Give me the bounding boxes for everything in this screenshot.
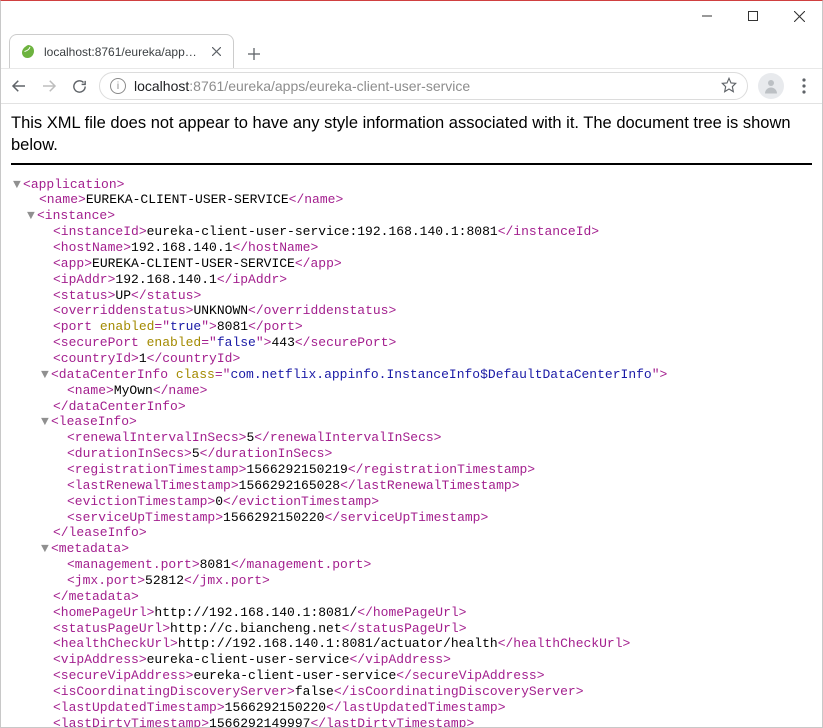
browser-tab[interactable]: localhost:8761/eureka/apps/e… [9,34,234,68]
xml-svcUpTs: 1566292150220 [223,510,324,525]
bookmark-star-icon[interactable] [721,77,737,96]
chrome-menu-button[interactable] [794,76,814,96]
xml-application-open: application [31,177,117,192]
titlebar [1,1,822,31]
url-path: :8761/eureka/apps/eureka-client-user-ser… [189,78,470,94]
xml-countryId: 1 [139,351,147,366]
new-tab-button[interactable] [240,40,268,68]
xml-evictTs: 0 [215,494,223,509]
xml-homePageUrl: http://192.168.140.1:8081/ [154,605,357,620]
address-bar[interactable]: i localhost:8761/eureka/apps/eureka-clie… [99,72,748,100]
toolbar: i localhost:8761/eureka/apps/eureka-clie… [1,68,822,104]
xml-port: 8081 [217,319,248,334]
xml-mgmt-port: 8081 [200,557,231,572]
back-button[interactable] [9,76,29,96]
reload-button[interactable] [69,76,89,96]
disclosure-triangle-icon[interactable]: ▼ [41,367,51,383]
xml-duration: 5 [192,446,200,461]
disclosure-triangle-icon[interactable]: ▼ [13,177,23,193]
xml-instanceId: eureka-client-user-service:192.168.140.1… [147,224,498,239]
disclosure-triangle-icon[interactable]: ▼ [41,414,51,430]
tab-title: localhost:8761/eureka/apps/e… [44,45,201,59]
xml-lastRenewTs: 1566292165028 [239,478,340,493]
xml-statusPageUrl: http://c.biancheng.net [170,621,342,636]
content-area: This XML file does not appear to have an… [1,104,822,728]
xml-isCoord: false [295,684,334,699]
xml-app: EUREKA-CLIENT-USER-SERVICE [92,256,295,271]
tab-strip: localhost:8761/eureka/apps/e… [1,30,822,68]
disclosure-triangle-icon[interactable]: ▼ [41,541,51,557]
xml-regTs: 1566292150219 [246,462,347,477]
disclosure-triangle-icon[interactable]: ▼ [27,208,37,224]
xml-hostName: 192.168.140.1 [131,240,232,255]
xml-dci-name: MyOwn [114,383,153,398]
xml-tree: ▼<application> <name>EUREKA-CLIENT-USER-… [11,177,812,728]
xml-port-enabled: true [170,319,201,334]
xml-healthCheckUrl: http://192.168.140.1:8081/actuator/healt… [178,636,498,651]
xml-lastUpdated: 1566292150220 [225,700,326,715]
window-controls [684,1,822,31]
xml-dci-class: com.netflix.appinfo.InstanceInfo$Default… [230,367,651,382]
xml-securePort: 443 [271,335,294,350]
url-host: localhost [134,78,189,94]
minimize-button[interactable] [684,1,730,31]
tab-close-icon[interactable] [209,45,223,59]
xml-status: UP [115,288,131,303]
spring-favicon-icon [20,44,36,60]
xml-lastDirty: 1566292149997 [209,716,310,728]
xml-name: EUREKA-CLIENT-USER-SERVICE [86,192,289,207]
site-info-icon[interactable]: i [110,78,126,94]
xml-overriddenstatus: UNKNOWN [193,303,248,318]
xml-vipAddress: eureka-client-user-service [147,652,350,667]
xml-securePort-enabled: false [217,335,256,350]
xml-ipAddr: 192.168.140.1 [115,272,216,287]
maximize-button[interactable] [730,1,776,31]
xml-jmx-port: 52812 [145,573,184,588]
forward-button[interactable] [39,76,59,96]
xml-warning-message: This XML file does not appear to have an… [11,112,812,165]
close-button[interactable] [776,1,822,31]
url-text: localhost:8761/eureka/apps/eureka-client… [134,78,713,94]
profile-avatar[interactable] [758,73,784,99]
xml-secureVipAddress: eureka-client-user-service [193,668,396,683]
browser-window: localhost:8761/eureka/apps/e… i localhos… [0,0,823,728]
